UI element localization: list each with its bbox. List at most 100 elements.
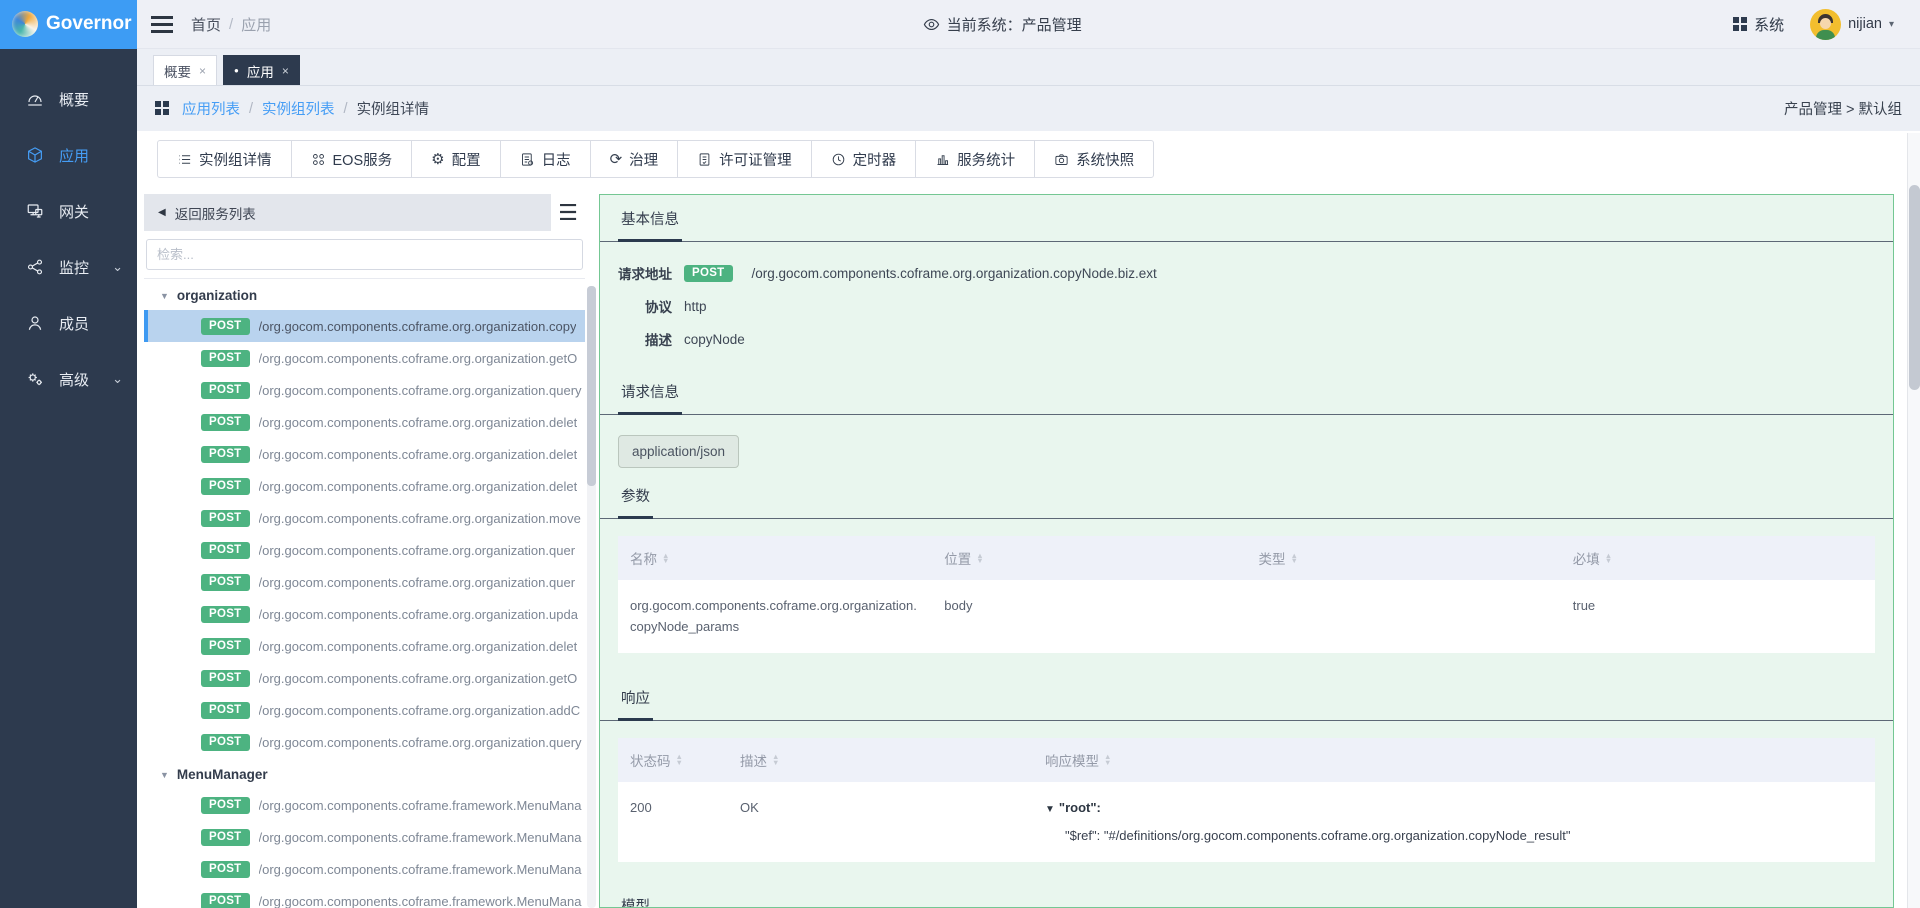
tab-governance[interactable]: ⟳ 治理 bbox=[590, 140, 679, 178]
service-item[interactable]: POST /org.gocom.components.coframe.frame… bbox=[144, 853, 585, 885]
search-wrap bbox=[144, 231, 585, 279]
tab-logs[interactable]: 日志 bbox=[500, 140, 591, 178]
field-value: POST /org.gocom.components.coframe.org.o… bbox=[684, 265, 1157, 282]
sort-icon[interactable]: ▲▼ bbox=[976, 553, 983, 564]
column-header-type[interactable]: 类型 ▲▼ bbox=[1247, 548, 1561, 568]
tab-timer[interactable]: 定时器 bbox=[811, 140, 917, 178]
column-header-position[interactable]: 位置 ▲▼ bbox=[932, 548, 1246, 568]
sidebar-item-advanced[interactable]: 高级 ⌄ bbox=[0, 351, 137, 407]
service-item[interactable]: POST /org.gocom.components.coframe.frame… bbox=[144, 885, 585, 908]
tree-group-organization[interactable]: ▼ organization bbox=[144, 279, 585, 310]
service-item[interactable]: POST /org.gocom.components.coframe.org.o… bbox=[144, 662, 585, 694]
service-item[interactable]: POST /org.gocom.components.coframe.frame… bbox=[144, 789, 585, 821]
sort-icon[interactable]: ▲▼ bbox=[662, 553, 669, 564]
sidebar-item-overview[interactable]: 概要 bbox=[0, 71, 137, 127]
service-item[interactable]: POST /org.gocom.components.coframe.org.o… bbox=[144, 726, 585, 758]
breadcrumb-link-app-list[interactable]: 应用列表 bbox=[182, 98, 240, 119]
sort-icon[interactable]: ▲▼ bbox=[772, 754, 779, 765]
gears-icon bbox=[26, 370, 44, 388]
sidebar-item-label: 概要 bbox=[59, 89, 89, 110]
service-panel-header: ◀ 返回服务列表 ☰ bbox=[144, 194, 585, 231]
scrollbar-thumb[interactable] bbox=[1909, 185, 1920, 390]
service-path: /org.gocom.components.coframe.org.organi… bbox=[259, 543, 576, 558]
service-path: /org.gocom.components.coframe.org.organi… bbox=[259, 511, 581, 526]
service-item[interactable]: POST /org.gocom.components.coframe.org.o… bbox=[144, 438, 585, 470]
service-item[interactable]: POST /org.gocom.components.coframe.org.o… bbox=[144, 310, 585, 342]
service-item[interactable]: POST /org.gocom.components.coframe.org.o… bbox=[144, 502, 585, 534]
breadcrumb-separator: / bbox=[344, 101, 348, 117]
column-header-status-code[interactable]: 状态码 ▲▼ bbox=[618, 750, 728, 770]
cube-icon bbox=[26, 146, 44, 164]
service-item[interactable]: POST /org.gocom.components.coframe.org.o… bbox=[144, 630, 585, 662]
section-response: 响应 bbox=[600, 674, 1893, 721]
license-icon bbox=[697, 152, 712, 167]
tab-chip-applications[interactable]: ● 应用 × bbox=[223, 55, 300, 85]
method-badge: POST bbox=[201, 702, 250, 719]
sidebar-item-gateway[interactable]: 网关 bbox=[0, 183, 137, 239]
column-header-response-model[interactable]: 响应模型 ▲▼ bbox=[1033, 750, 1875, 770]
column-header-required[interactable]: 必填 ▲▼ bbox=[1561, 548, 1875, 568]
service-item[interactable]: POST /org.gocom.components.coframe.org.o… bbox=[144, 694, 585, 726]
content-type-chip[interactable]: application/json bbox=[618, 435, 739, 468]
model-root-line[interactable]: ▼"root": bbox=[1045, 797, 1863, 819]
field-label: 描述 bbox=[600, 329, 672, 349]
sort-icon[interactable]: ▲▼ bbox=[1291, 553, 1298, 564]
section-request-info: 请求信息 bbox=[600, 368, 1893, 415]
service-item[interactable]: POST /org.gocom.components.coframe.org.o… bbox=[144, 598, 585, 630]
sidebar-item-members[interactable]: 成员 bbox=[0, 295, 137, 351]
service-item[interactable]: POST /org.gocom.components.coframe.org.o… bbox=[144, 566, 585, 598]
tree-group-menumanager[interactable]: ▼ MenuManager bbox=[144, 758, 585, 789]
service-item[interactable]: POST /org.gocom.components.coframe.org.o… bbox=[144, 470, 585, 502]
service-item[interactable]: POST /org.gocom.components.coframe.org.o… bbox=[144, 534, 585, 566]
tab-chip-overview[interactable]: 概要 × bbox=[153, 55, 217, 85]
sort-icon[interactable]: ▲▼ bbox=[1605, 553, 1612, 564]
top-breadcrumb: 首页 / 应用 bbox=[191, 14, 271, 35]
tab-service-statistics[interactable]: 服务统计 bbox=[915, 140, 1035, 178]
tab-configuration[interactable]: ⚙ 配置 bbox=[411, 140, 500, 178]
breadcrumb-link-instance-group-list[interactable]: 实例组列表 bbox=[262, 98, 335, 119]
user-menu-button[interactable]: nijian ▾ bbox=[1810, 9, 1894, 40]
search-input[interactable] bbox=[146, 239, 583, 270]
tab-label: 定时器 bbox=[853, 149, 897, 170]
method-badge: POST bbox=[201, 382, 250, 399]
tab-license-management[interactable]: 许可证管理 bbox=[677, 140, 812, 178]
tab-instance-group-detail[interactable]: 实例组详情 bbox=[157, 140, 292, 178]
close-icon[interactable]: × bbox=[282, 64, 289, 78]
column-header-name[interactable]: 名称 ▲▼ bbox=[618, 548, 932, 568]
params-table-row: org.gocom.components.coframe.org.organiz… bbox=[618, 580, 1875, 653]
grid-icon bbox=[1733, 17, 1747, 31]
breadcrumb-home[interactable]: 首页 bbox=[191, 14, 221, 35]
gauge-icon bbox=[26, 90, 44, 108]
service-item[interactable]: POST /org.gocom.components.coframe.org.o… bbox=[144, 342, 585, 374]
service-item[interactable]: POST /org.gocom.components.coframe.org.o… bbox=[144, 406, 585, 438]
back-to-service-list-button[interactable]: ◀ 返回服务列表 bbox=[144, 194, 551, 231]
sidebar: 概要 应用 网关 监控 ⌄ 成员 高级 ⌄ bbox=[0, 49, 137, 908]
column-header-description[interactable]: 描述 ▲▼ bbox=[728, 750, 1033, 770]
sidebar-item-monitoring[interactable]: 监控 ⌄ bbox=[0, 239, 137, 295]
scrollbar-thumb[interactable] bbox=[587, 286, 596, 486]
method-badge: POST bbox=[201, 797, 250, 814]
tree-caret-icon: ▼ bbox=[160, 770, 169, 780]
method-badge: POST bbox=[201, 350, 250, 367]
service-list-scrollbar[interactable] bbox=[587, 286, 596, 908]
avatar bbox=[1810, 9, 1841, 40]
close-icon[interactable]: × bbox=[199, 64, 206, 78]
method-badge: POST bbox=[201, 829, 250, 846]
field-label: 协议 bbox=[600, 296, 672, 316]
method-badge: POST bbox=[201, 542, 250, 559]
tab-eos-services[interactable]: EOS服务 bbox=[291, 140, 413, 178]
service-item[interactable]: POST /org.gocom.components.coframe.org.o… bbox=[144, 374, 585, 406]
sidebar-item-applications[interactable]: 应用 bbox=[0, 127, 137, 183]
sidebar-collapse-icon[interactable] bbox=[151, 12, 173, 37]
service-path: /org.gocom.components.coframe.org.organi… bbox=[259, 575, 576, 590]
sort-icon[interactable]: ▲▼ bbox=[676, 754, 683, 765]
page-scrollbar[interactable] bbox=[1907, 133, 1920, 908]
layout: 概要 应用 网关 监控 ⌄ 成员 高级 ⌄ bbox=[0, 49, 1920, 908]
tab-system-snapshot[interactable]: 系统快照 bbox=[1034, 140, 1154, 178]
service-path: /org.gocom.components.coframe.org.organi… bbox=[259, 383, 582, 398]
sort-icon[interactable]: ▲▼ bbox=[1104, 754, 1111, 765]
service-item[interactable]: POST /org.gocom.components.coframe.frame… bbox=[144, 821, 585, 853]
panel-menu-icon[interactable]: ☰ bbox=[551, 194, 585, 231]
tab-label: 日志 bbox=[542, 149, 571, 170]
system-menu-button[interactable]: 系统 bbox=[1733, 14, 1784, 35]
